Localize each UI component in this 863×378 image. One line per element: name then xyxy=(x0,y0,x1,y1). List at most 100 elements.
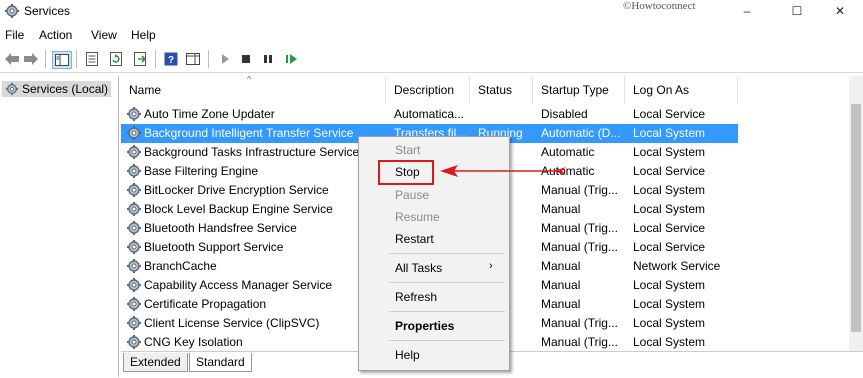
cell-log-on-as: Local System xyxy=(633,335,706,349)
cell-startup-type: Manual (Trig... xyxy=(541,240,618,254)
cell-name: Base Filtering Engine xyxy=(144,164,259,178)
tree-item-services-local[interactable]: Services (Local) xyxy=(2,81,112,97)
menu-item-restart[interactable]: Restart xyxy=(395,232,434,246)
cell-startup-type: Automatic (D... xyxy=(541,126,621,140)
cell-name: Background Intelligent Transfer Service xyxy=(144,126,354,140)
toolbar-separator xyxy=(208,50,209,68)
cell-name: Bluetooth Support Service xyxy=(144,240,284,254)
cell-log-on-as: Local System xyxy=(633,316,706,330)
cell-log-on-as: Local System xyxy=(633,126,706,140)
cell-startup-type: Manual xyxy=(541,202,581,216)
cell-startup-type: Automatic xyxy=(541,145,595,159)
cell-description: Automatica... xyxy=(394,107,465,121)
title-bar: Services ©Howtoconnect – ☐ ✕ xyxy=(0,0,863,24)
service-gear-icon xyxy=(126,163,142,179)
column-header-startup-type[interactable]: Startup Type xyxy=(533,76,625,104)
column-header-log-on-as[interactable]: Log On As xyxy=(625,76,738,104)
console-tree: Services (Local) xyxy=(0,76,119,377)
cell-name: Auto Time Zone Updater xyxy=(144,107,275,121)
menu-item-resume[interactable]: Resume xyxy=(395,210,440,224)
cell-name: Certificate Propagation xyxy=(144,297,267,311)
cell-log-on-as: Local System xyxy=(633,183,706,197)
cell-name: CNG Key Isolation xyxy=(144,335,243,349)
cell-log-on-as: Local System xyxy=(633,297,706,311)
services-app-icon xyxy=(5,4,19,18)
close-button[interactable]: ✕ xyxy=(817,0,863,22)
submenu-arrow-icon: › xyxy=(489,260,493,272)
services-gear-icon xyxy=(5,82,19,96)
show-action-pane-icon[interactable] xyxy=(184,51,202,67)
restart-service-icon[interactable] xyxy=(283,51,301,67)
watermark: ©Howtoconnect xyxy=(623,0,696,12)
service-gear-icon xyxy=(126,144,142,160)
menu-item-help[interactable]: Help xyxy=(395,348,420,362)
cell-name: Background Tasks Infrastructure Service xyxy=(144,145,360,159)
refresh-icon[interactable] xyxy=(107,51,125,67)
menu-item-refresh[interactable]: Refresh xyxy=(395,290,437,304)
column-header-description[interactable]: Description xyxy=(386,76,470,104)
cell-log-on-as: Local Service xyxy=(633,164,706,178)
column-header-status[interactable]: Status xyxy=(470,76,533,104)
column-header-name[interactable]: Name xyxy=(121,76,386,104)
stop-service-icon[interactable] xyxy=(237,51,255,67)
service-gear-icon xyxy=(126,182,142,198)
start-service-icon[interactable] xyxy=(216,51,234,67)
properties-sheet-icon[interactable] xyxy=(83,51,101,67)
menu-bar: File Action View Help xyxy=(0,26,863,44)
menu-item-properties[interactable]: Properties xyxy=(395,319,454,333)
cell-name: BranchCache xyxy=(144,259,217,273)
tree-item-label: Services (Local) xyxy=(22,82,109,96)
maximize-button[interactable]: ☐ xyxy=(774,0,820,22)
menu-separator xyxy=(389,253,505,254)
service-row[interactable]: Auto Time Zone Updater Automatica... Disab… xyxy=(121,105,738,124)
menu-separator xyxy=(389,311,505,312)
service-gear-icon xyxy=(126,220,142,236)
cell-name: Bluetooth Handsfree Service xyxy=(144,221,297,235)
menu-action[interactable]: Action xyxy=(39,28,72,42)
cell-startup-type: Manual (Trig... xyxy=(541,316,618,330)
service-gear-icon xyxy=(126,277,142,293)
toolbar-separator xyxy=(76,50,77,68)
toolbar-separator xyxy=(45,50,46,68)
menu-item-pause[interactable]: Pause xyxy=(395,188,429,202)
pause-service-icon[interactable] xyxy=(259,51,277,67)
help-icon[interactable]: ? xyxy=(162,51,180,67)
cell-log-on-as: Local Service xyxy=(633,107,706,121)
show-hide-console-tree-icon[interactable] xyxy=(52,51,72,69)
cell-name: Client License Service (ClipSVC) xyxy=(144,316,320,330)
cell-startup-type: Manual (Trig... xyxy=(541,221,618,235)
cell-startup-type: Manual xyxy=(541,297,581,311)
cell-name: Block Level Backup Engine Service xyxy=(144,202,333,216)
cell-startup-type: Disabled xyxy=(541,107,588,121)
back-arrow-icon[interactable] xyxy=(3,51,21,67)
export-list-icon[interactable] xyxy=(131,51,149,67)
cell-startup-type: Manual xyxy=(541,259,581,273)
cell-name: Capability Access Manager Service xyxy=(144,278,333,292)
cell-log-on-as: Local System xyxy=(633,202,706,216)
tab-extended[interactable]: Extended xyxy=(123,353,188,372)
vertical-scrollbar[interactable] xyxy=(849,76,863,351)
service-gear-icon xyxy=(126,106,142,122)
svg-text:?: ? xyxy=(168,55,174,66)
window-title: Services xyxy=(24,4,71,18)
menu-item-start[interactable]: Start xyxy=(395,143,420,157)
menu-separator xyxy=(389,282,505,283)
menu-separator xyxy=(389,340,505,341)
service-gear-icon xyxy=(126,239,142,255)
tab-standard[interactable]: Standard xyxy=(189,353,252,372)
cell-log-on-as: Local System xyxy=(633,278,706,292)
toolbar: ? xyxy=(0,46,863,73)
menu-file[interactable]: File xyxy=(5,28,24,42)
menu-help[interactable]: Help xyxy=(131,28,156,42)
cell-log-on-as: Local System xyxy=(633,145,706,159)
service-gear-icon xyxy=(126,125,142,141)
menu-view[interactable]: View xyxy=(91,28,117,42)
cell-startup-type: Manual (Trig... xyxy=(541,335,618,349)
menu-item-all-tasks[interactable]: All Tasks xyxy=(395,261,442,275)
forward-arrow-icon[interactable] xyxy=(22,51,40,67)
scrollbar-thumb[interactable] xyxy=(851,104,861,332)
cell-log-on-as: Network Service xyxy=(633,259,721,273)
minimize-button[interactable]: – xyxy=(724,0,770,22)
service-gear-icon xyxy=(126,296,142,312)
cell-log-on-as: Local Service xyxy=(633,240,706,254)
